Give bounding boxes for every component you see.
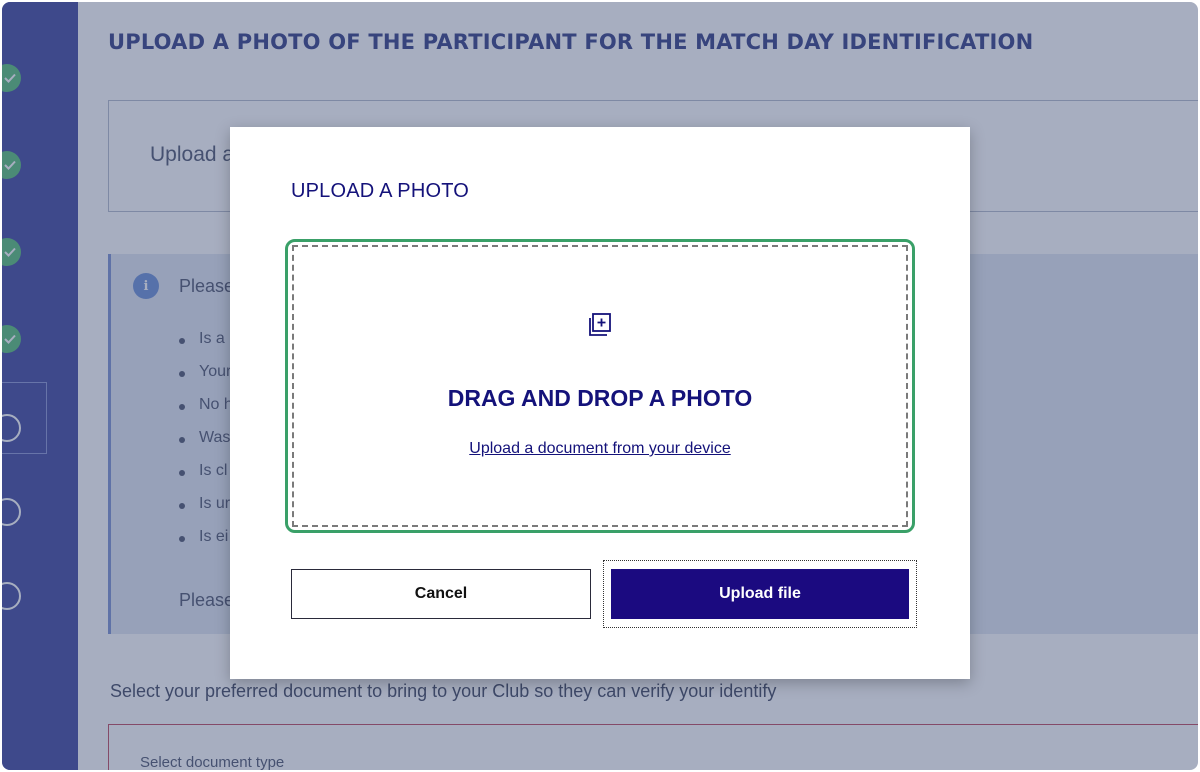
dropzone-heading: DRAG AND DROP A PHOTO xyxy=(447,385,753,411)
upload-from-device-link[interactable]: Upload a document from your device xyxy=(469,440,730,457)
modal-title: UPLOAD A PHOTO xyxy=(291,180,470,202)
upload-from-device-link-wrapper: Upload a document from your device xyxy=(230,440,970,458)
upload-photo-modal: UPLOAD A PHOTO DRAG AND DROP A PHOTO Upl… xyxy=(230,127,970,679)
cancel-button[interactable]: Cancel xyxy=(291,569,591,619)
add-photo-icon xyxy=(589,313,611,336)
app-frame: UPLOAD A PHOTO OF THE PARTICIPANT FOR TH… xyxy=(2,2,1198,770)
upload-file-button[interactable]: Upload file xyxy=(611,569,909,619)
